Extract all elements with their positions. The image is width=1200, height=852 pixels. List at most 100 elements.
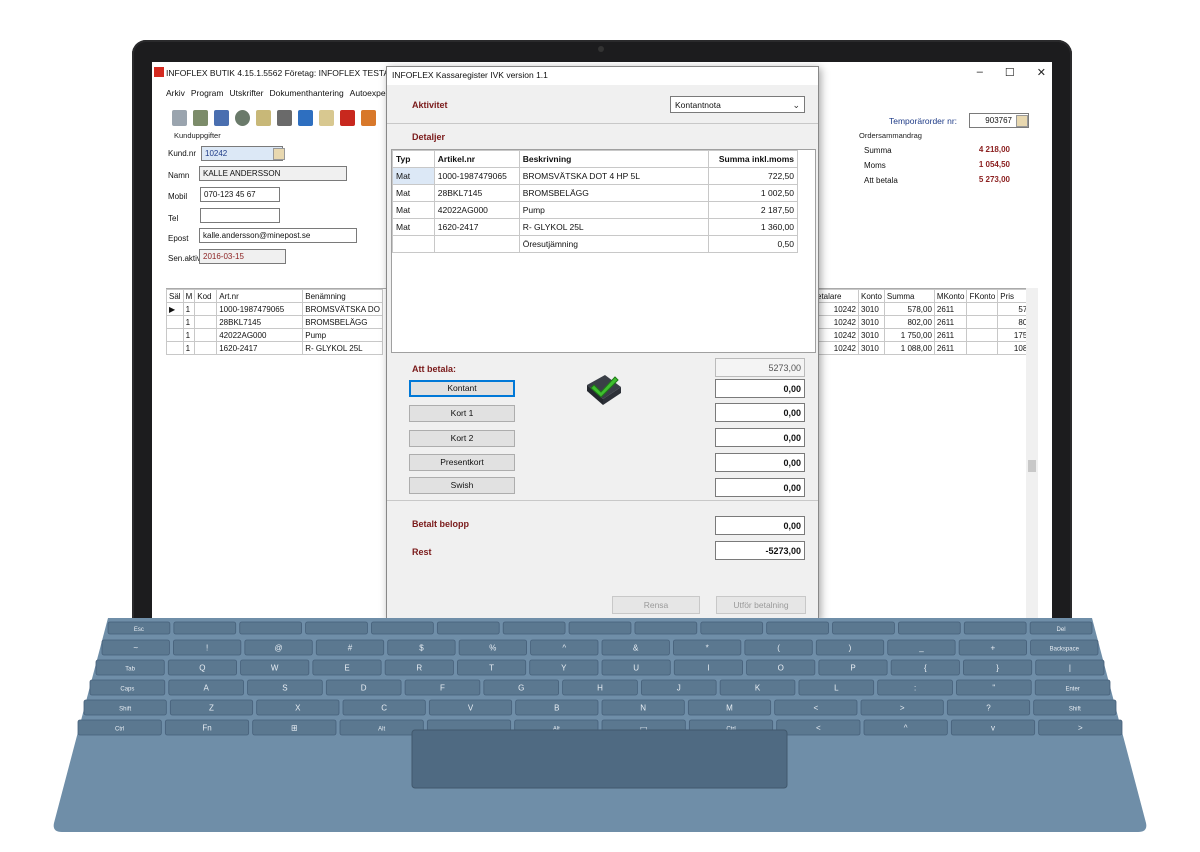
table-row[interactable]: 10242 3010 802,00 2611 80 (814, 315, 1031, 329)
keyboard-key[interactable]: ) (815, 639, 885, 656)
keyboard-key[interactable]: Enter (1034, 679, 1111, 696)
grid-header[interactable]: Konto (858, 289, 885, 303)
gift-icon[interactable] (361, 110, 376, 126)
table-row[interactable]: 1 1620-2417 R- GLYKOL 25L (166, 341, 384, 355)
keyboard-key[interactable]: Esc (107, 621, 171, 635)
keyboard-key[interactable]: Tab (95, 659, 165, 676)
keyboard-key[interactable]: ~ (101, 639, 170, 656)
grid-header[interactable]: FKonto (966, 289, 999, 303)
keyboard-key[interactable]: N (601, 699, 685, 716)
keyboard-key[interactable] (502, 621, 566, 635)
kontant-amount-field[interactable]: 0,00 (715, 379, 805, 398)
users-icon[interactable] (214, 110, 229, 126)
keyboard-key[interactable]: | (1035, 659, 1105, 676)
mobil-field[interactable]: 070-123 45 67 (200, 187, 280, 202)
keyboard-key[interactable] (239, 621, 303, 635)
keyboard-key[interactable]: Del (1029, 621, 1093, 635)
grid-header[interactable]: Kod (194, 289, 218, 303)
details-header[interactable]: Artikel.nr (433, 150, 520, 168)
keyboard-key[interactable]: Fn (164, 719, 250, 736)
print-icon[interactable] (172, 110, 187, 126)
keyboard-key[interactable]: ( (744, 639, 813, 656)
keyboard-key[interactable] (568, 621, 632, 635)
touchpad[interactable] (411, 729, 788, 789)
keyboard-key[interactable]: X (256, 699, 340, 716)
aktivitet-select[interactable]: Kontantnota ⌄ (670, 96, 805, 113)
keyboard-key[interactable]: T (457, 659, 527, 676)
presentkort-amount-field[interactable]: 0,00 (715, 453, 805, 472)
presentkort-button[interactable]: Presentkort (409, 454, 515, 471)
kort1-amount-field[interactable]: 0,00 (715, 403, 805, 422)
table-row[interactable]: Mat 1000-1987479065 BROMSVÄTSKA DOT 4 HP 5… (392, 167, 798, 185)
trash-icon[interactable] (277, 110, 292, 126)
settings-icon[interactable] (235, 110, 250, 126)
kundnr-lookup-icon[interactable] (273, 148, 285, 160)
keyboard-key[interactable]: + (958, 639, 1027, 656)
grid-header[interactable]: Pris (997, 289, 1031, 303)
keyboard-key[interactable]: @ (244, 639, 313, 656)
keyboard-key[interactable]: " (956, 679, 1032, 696)
menu-autoexper[interactable]: Autoexper (350, 88, 389, 98)
tel-field[interactable] (200, 208, 280, 223)
edit-icon[interactable] (256, 110, 271, 126)
table-row[interactable]: 1 28BKL7145 BROMSBELÄGG (166, 315, 384, 329)
keyboard-key[interactable]: Alt (339, 719, 424, 736)
swish-amount-field[interactable]: 0,00 (715, 478, 805, 497)
utfor-betalning-button[interactable]: Utför betalning (716, 596, 806, 614)
table-row[interactable]: ▶ 1 1000-1987479065 BROMSVÄTSKA DO (166, 302, 384, 316)
keyboard-key[interactable] (766, 621, 829, 635)
maximize-icon[interactable]: ☐ (1005, 66, 1015, 79)
pdf-icon[interactable] (340, 110, 355, 126)
kundnr-field[interactable]: 10242 (201, 146, 283, 161)
keyboard-key[interactable] (898, 621, 961, 635)
table-row[interactable]: Mat 42022AG000 Pump 2 187,50 (392, 201, 798, 219)
table-row[interactable]: 10242 3010 1 088,00 2611 108 (814, 341, 1031, 355)
keyboard-key[interactable]: S (247, 679, 323, 696)
keyboard-key[interactable] (173, 621, 237, 635)
keyboard-key[interactable]: < (776, 719, 861, 736)
keyboard-key[interactable]: * (673, 639, 742, 656)
keyboard-key[interactable]: D (325, 679, 402, 696)
keyboard-key[interactable]: > (860, 699, 944, 716)
keyboard-key[interactable]: Backspace (1030, 639, 1099, 656)
keyboard-key[interactable]: B (515, 699, 599, 716)
keyboard-key[interactable]: Ctrl (77, 719, 162, 736)
scanner-icon[interactable] (193, 110, 208, 126)
keyboard-key[interactable] (832, 621, 895, 635)
keyboard-key[interactable]: # (315, 639, 385, 656)
keyboard-key[interactable]: H (562, 679, 638, 696)
keyboard-key[interactable]: ^ (530, 639, 599, 656)
keyboard-key[interactable]: G (483, 679, 560, 696)
details-header[interactable]: Beskrivning (518, 150, 710, 168)
keyboard-key[interactable]: % (458, 639, 527, 656)
close-icon[interactable]: ✕ (1037, 66, 1046, 79)
minimize-icon[interactable]: – (977, 66, 983, 79)
keyboard-key[interactable]: < (774, 699, 858, 716)
table-row[interactable]: 10242 3010 578,00 2611 57 (814, 302, 1031, 316)
table-row[interactable]: Mat 1620-2417 R- GLYKOL 25L 1 360,00 (392, 218, 798, 236)
table-row[interactable]: 1 42022AG000 Pump (166, 328, 384, 342)
swish-button[interactable]: Swish (409, 477, 515, 494)
keyboard-key[interactable]: Q (167, 659, 237, 676)
keyboard-key[interactable]: J (640, 679, 717, 696)
keyboard-key[interactable]: M (687, 699, 772, 716)
keyboard-key[interactable]: W (240, 659, 310, 676)
grid-header[interactable]: MKonto (933, 289, 968, 303)
keyboard-key[interactable]: Z (169, 699, 254, 716)
menu-arkiv[interactable]: Arkiv (166, 88, 185, 98)
grid-header[interactable]: Benämning (302, 289, 384, 303)
kontant-button[interactable]: Kontant (409, 380, 515, 397)
namn-field[interactable]: KALLE ANDERSSON (199, 166, 347, 181)
grid-header[interactable]: Summa (883, 289, 935, 303)
keyboard-key[interactable]: P (818, 659, 888, 676)
keyboard-key[interactable]: & (601, 639, 670, 656)
keyboard-key[interactable]: C (342, 699, 426, 716)
keyboard-key[interactable]: : (877, 679, 953, 696)
keyboard-key[interactable]: $ (387, 639, 456, 656)
keyboard-key[interactable]: V (428, 699, 513, 716)
grid-header[interactable]: Säl (166, 289, 184, 303)
keyboard-key[interactable]: F (404, 679, 481, 696)
epost-field[interactable]: kalle.andersson@minepost.se (199, 228, 357, 243)
scrollbar-thumb[interactable] (1028, 460, 1036, 472)
keyboard-key[interactable]: R (384, 659, 454, 676)
